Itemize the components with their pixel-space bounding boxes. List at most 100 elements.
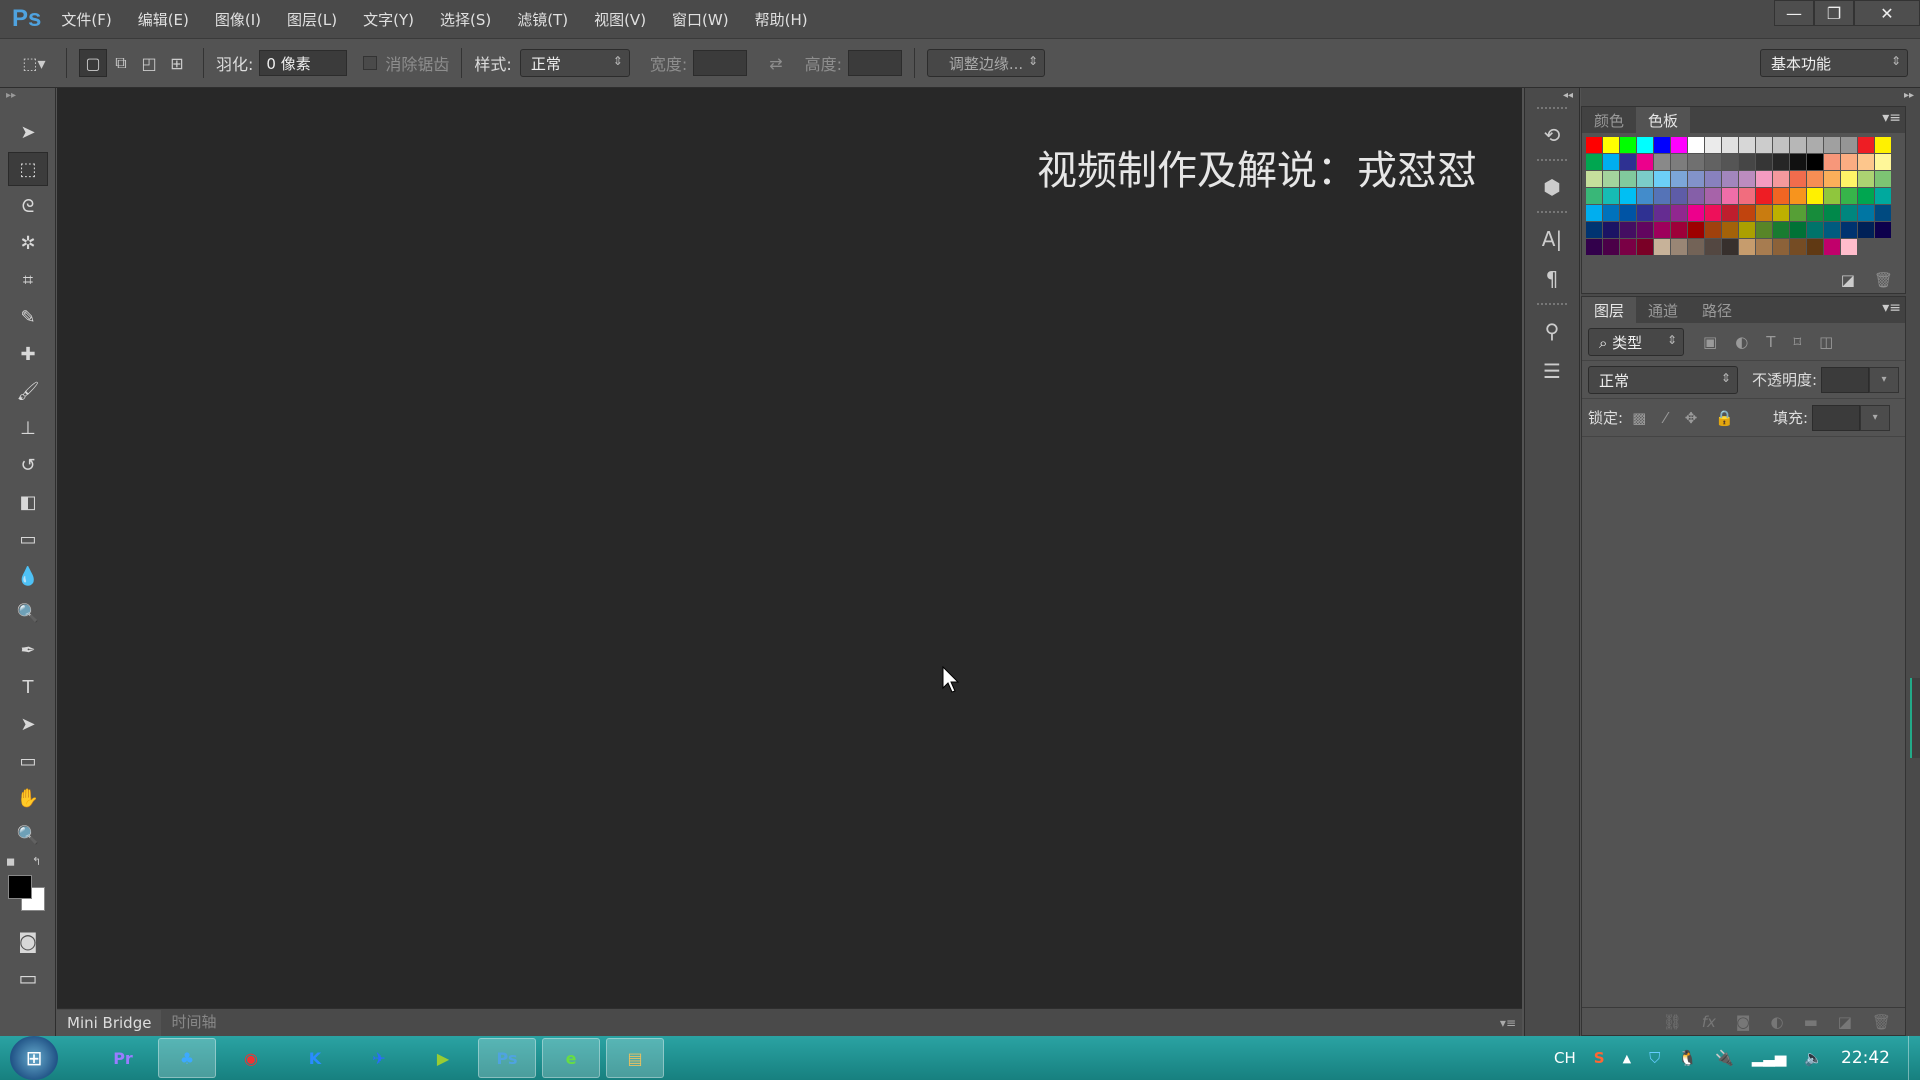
color-swatch[interactable] bbox=[1739, 239, 1755, 255]
new-swatch-icon[interactable]: ◪ bbox=[1841, 271, 1855, 289]
color-swatch[interactable] bbox=[1841, 205, 1857, 221]
subtract-selection-button[interactable]: ◰ bbox=[135, 49, 163, 77]
crop-tool[interactable]: ⌗ bbox=[8, 263, 48, 297]
color-swatch[interactable] bbox=[1705, 205, 1721, 221]
color-swatch[interactable] bbox=[1807, 171, 1823, 187]
healing-brush-tool[interactable]: ✚ bbox=[8, 337, 48, 371]
color-swatch[interactable] bbox=[1790, 205, 1806, 221]
color-swatch[interactable] bbox=[1586, 188, 1602, 204]
power-icon[interactable]: 🔌 bbox=[1715, 1049, 1734, 1067]
color-swatch[interactable] bbox=[1620, 171, 1636, 187]
color-swatch[interactable] bbox=[1705, 222, 1721, 238]
new-selection-button[interactable]: ▢ bbox=[79, 49, 107, 77]
layer-filter-select[interactable]: ⌕ 类型 bbox=[1588, 327, 1684, 356]
taskbar-file-explorer[interactable]: ▤ bbox=[606, 1038, 664, 1078]
color-swatch[interactable] bbox=[1841, 171, 1857, 187]
opacity-dropdown[interactable]: ▾ bbox=[1869, 366, 1899, 393]
eyedropper-tool[interactable]: ✎ bbox=[8, 300, 48, 334]
color-swatch[interactable] bbox=[1756, 171, 1772, 187]
fill-input[interactable] bbox=[1812, 404, 1861, 431]
color-swatch[interactable] bbox=[1637, 205, 1653, 221]
menu-item[interactable]: 图层(L) bbox=[287, 9, 337, 30]
blend-mode-select[interactable]: 正常 bbox=[1588, 365, 1738, 394]
new-group-icon[interactable]: ▬ bbox=[1804, 1013, 1818, 1031]
color-swatch[interactable] bbox=[1773, 222, 1789, 238]
path-selection-tool[interactable]: ➤ bbox=[8, 707, 48, 741]
color-swatch[interactable] bbox=[1858, 188, 1874, 204]
color-swatch[interactable] bbox=[1739, 171, 1755, 187]
quick-mask-button[interactable]: ◙ bbox=[8, 924, 48, 958]
lock-pixels-icon[interactable]: ⁄ bbox=[1664, 409, 1667, 427]
adjustment-filter-icon[interactable]: ◐ bbox=[1735, 333, 1748, 351]
add-selection-button[interactable]: ⧉ bbox=[107, 49, 135, 77]
color-swatch[interactable] bbox=[1756, 188, 1772, 204]
panel-scrollbar[interactable] bbox=[1910, 678, 1920, 758]
qq-icon[interactable]: 🐧 bbox=[1678, 1049, 1697, 1067]
menu-item[interactable]: 滤镜(T) bbox=[517, 9, 568, 30]
color-swatch[interactable] bbox=[1773, 154, 1789, 170]
color-swatch[interactable] bbox=[1722, 205, 1738, 221]
panel-menu-icon[interactable]: ▾≡ bbox=[1882, 110, 1901, 126]
3d-panel-icon[interactable]: ⬢ bbox=[1525, 167, 1579, 207]
color-swatch[interactable] bbox=[1807, 222, 1823, 238]
color-swatch[interactable] bbox=[1722, 239, 1738, 255]
menu-item[interactable]: 窗口(W) bbox=[672, 9, 729, 30]
color-swatch[interactable] bbox=[1858, 222, 1874, 238]
color-swatch[interactable] bbox=[1824, 188, 1840, 204]
blur-tool[interactable]: 💧 bbox=[8, 559, 48, 593]
color-swatch[interactable] bbox=[1671, 154, 1687, 170]
menu-item[interactable]: 编辑(E) bbox=[138, 9, 189, 30]
lock-all-icon[interactable]: 🔒 bbox=[1715, 409, 1734, 427]
tab-color[interactable]: 颜色 bbox=[1582, 107, 1636, 133]
shape-filter-icon[interactable]: ⌑ bbox=[1793, 333, 1801, 351]
show-hidden-icons[interactable]: ▲ bbox=[1623, 1052, 1631, 1065]
collapse-icon[interactable]: ▸▸ bbox=[0, 88, 55, 103]
color-swatch[interactable] bbox=[1654, 222, 1670, 238]
color-swatch[interactable] bbox=[1739, 137, 1755, 153]
tab-mini-bridge[interactable]: Mini Bridge bbox=[57, 1010, 162, 1036]
type-tool[interactable]: T bbox=[8, 670, 48, 704]
taskbar-feishu[interactable]: ✈ bbox=[350, 1038, 408, 1078]
color-swatch[interactable] bbox=[1620, 137, 1636, 153]
delete-swatch-icon[interactable]: 🗑 bbox=[1874, 271, 1893, 289]
color-swatch[interactable] bbox=[1620, 188, 1636, 204]
new-layer-icon[interactable]: ◪ bbox=[1838, 1013, 1852, 1031]
close-button[interactable]: ✕ bbox=[1854, 0, 1920, 26]
color-swatch[interactable] bbox=[1671, 137, 1687, 153]
color-swatch[interactable] bbox=[1688, 222, 1704, 238]
color-swatch[interactable] bbox=[1688, 239, 1704, 255]
color-swatch[interactable] bbox=[1858, 137, 1874, 153]
color-swatch[interactable] bbox=[1773, 137, 1789, 153]
color-swatch[interactable] bbox=[1620, 205, 1636, 221]
width-input[interactable] bbox=[693, 50, 748, 76]
color-swatch[interactable] bbox=[1739, 205, 1755, 221]
color-swatch[interactable] bbox=[1688, 205, 1704, 221]
color-swatch[interactable] bbox=[1722, 154, 1738, 170]
start-button[interactable]: ⊞ bbox=[10, 1036, 58, 1080]
color-swatch[interactable] bbox=[1875, 171, 1891, 187]
color-swatch[interactable] bbox=[1637, 239, 1653, 255]
color-swatch[interactable] bbox=[1722, 171, 1738, 187]
color-swatch[interactable] bbox=[1875, 188, 1891, 204]
rectangle-tool[interactable]: ▭ bbox=[8, 744, 48, 778]
color-swatch[interactable] bbox=[1620, 222, 1636, 238]
ime-indicator[interactable]: CH bbox=[1554, 1049, 1576, 1067]
minimize-button[interactable]: — bbox=[1774, 0, 1814, 26]
color-swatch[interactable] bbox=[1603, 188, 1619, 204]
color-swatch[interactable] bbox=[1756, 137, 1772, 153]
color-swatch[interactable] bbox=[1790, 222, 1806, 238]
brush-panel-icon[interactable]: ☰ bbox=[1525, 351, 1579, 391]
security-shield-icon[interactable]: ⛉ bbox=[1649, 1049, 1660, 1067]
color-swatch[interactable] bbox=[1875, 154, 1891, 170]
color-swatch[interactable] bbox=[1637, 222, 1653, 238]
color-swatch[interactable] bbox=[1824, 205, 1840, 221]
menu-item[interactable]: 图像(I) bbox=[215, 9, 261, 30]
opacity-input[interactable] bbox=[1821, 366, 1869, 393]
panel-menu-icon[interactable]: ▾≡ bbox=[1494, 1010, 1522, 1036]
taskbar-browser[interactable]: e bbox=[542, 1038, 600, 1078]
volume-icon[interactable]: 🔈 bbox=[1804, 1049, 1823, 1067]
document-canvas-area[interactable] bbox=[57, 88, 1522, 1008]
color-swatch[interactable] bbox=[1586, 222, 1602, 238]
color-swatch[interactable] bbox=[1705, 137, 1721, 153]
screen-mode-button[interactable]: ▭ bbox=[8, 961, 48, 995]
